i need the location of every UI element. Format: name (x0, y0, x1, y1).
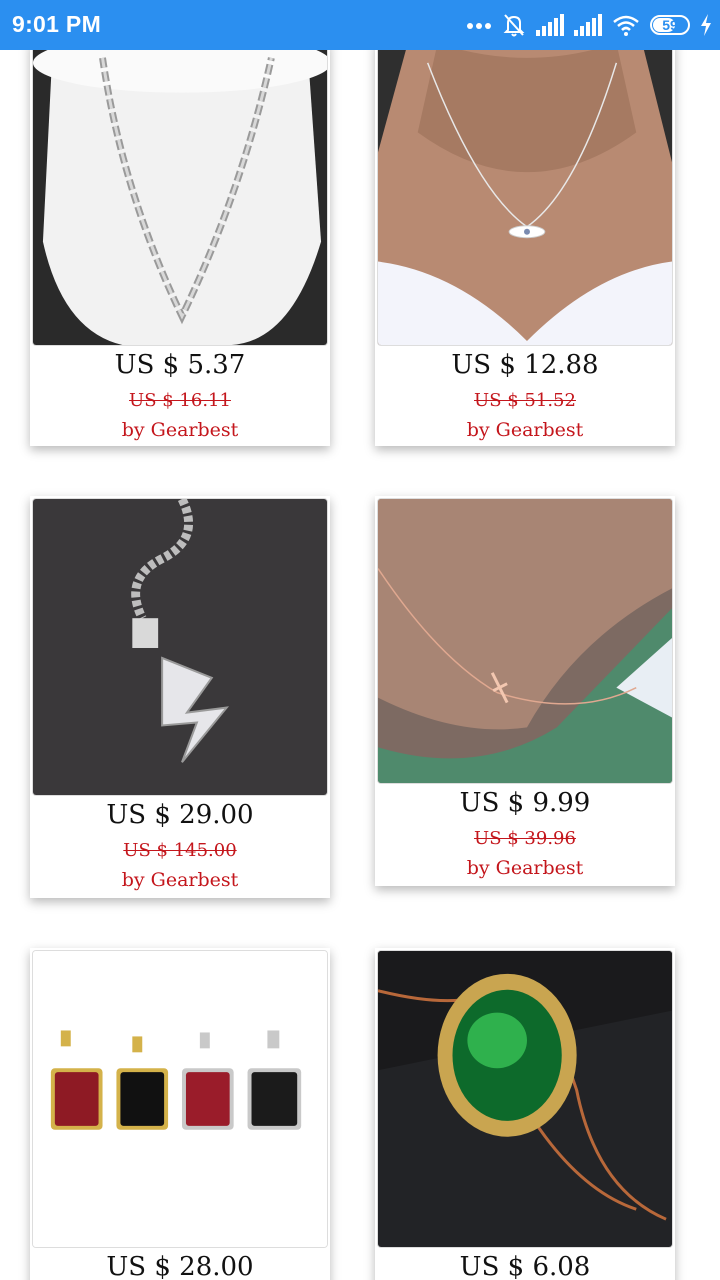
product-image[interactable] (32, 50, 328, 346)
signal-icon (574, 14, 602, 36)
product-image[interactable] (377, 498, 673, 784)
wifi-icon (612, 14, 640, 36)
product-seller: by Gearbest (466, 857, 584, 879)
product-price: US $ 29.00 (106, 800, 254, 830)
more-dots-icon (466, 20, 492, 30)
product-image[interactable] (377, 50, 673, 346)
status-bar: 9:01 PM 59 (0, 0, 720, 50)
product-price: US $ 28.00 (106, 1252, 254, 1280)
product-card[interactable]: US $ 29.00 US $ 145.00 by Gearbest (30, 496, 330, 898)
battery-icon: 59 (650, 15, 690, 35)
product-image[interactable] (377, 950, 673, 1248)
status-icons: 59 (466, 10, 712, 40)
signal-icon (536, 14, 564, 36)
product-seller: by Gearbest (466, 419, 584, 441)
status-time: 9:01 PM (12, 11, 102, 37)
product-card[interactable]: US $ 6.08 (375, 948, 675, 1280)
product-old-price: US $ 16.11 (129, 390, 231, 411)
product-seller: by Gearbest (121, 869, 239, 891)
product-seller: by Gearbest (121, 419, 239, 441)
product-card[interactable]: US $ 9.99 US $ 39.96 by Gearbest (375, 496, 675, 886)
product-grid[interactable]: US $ 5.37 US $ 16.11 by Gearbest US $ 12… (0, 50, 720, 1280)
battery-level: 59 (662, 17, 678, 33)
product-old-price: US $ 145.00 (123, 840, 237, 861)
product-card[interactable]: US $ 12.88 US $ 51.52 by Gearbest (375, 50, 675, 446)
product-price: US $ 9.99 (459, 788, 591, 818)
product-old-price: US $ 39.96 (474, 828, 576, 849)
product-card[interactable]: US $ 5.37 US $ 16.11 by Gearbest (30, 50, 330, 446)
product-image[interactable] (32, 498, 328, 796)
product-price: US $ 6.08 (459, 1252, 591, 1280)
product-old-price: US $ 51.52 (474, 390, 576, 411)
product-image[interactable] (32, 950, 328, 1248)
product-card[interactable]: US $ 28.00 (30, 948, 330, 1280)
charging-icon (700, 14, 712, 36)
alarm-off-icon (502, 12, 526, 38)
product-price: US $ 12.88 (451, 350, 599, 380)
product-price: US $ 5.37 (114, 350, 246, 380)
